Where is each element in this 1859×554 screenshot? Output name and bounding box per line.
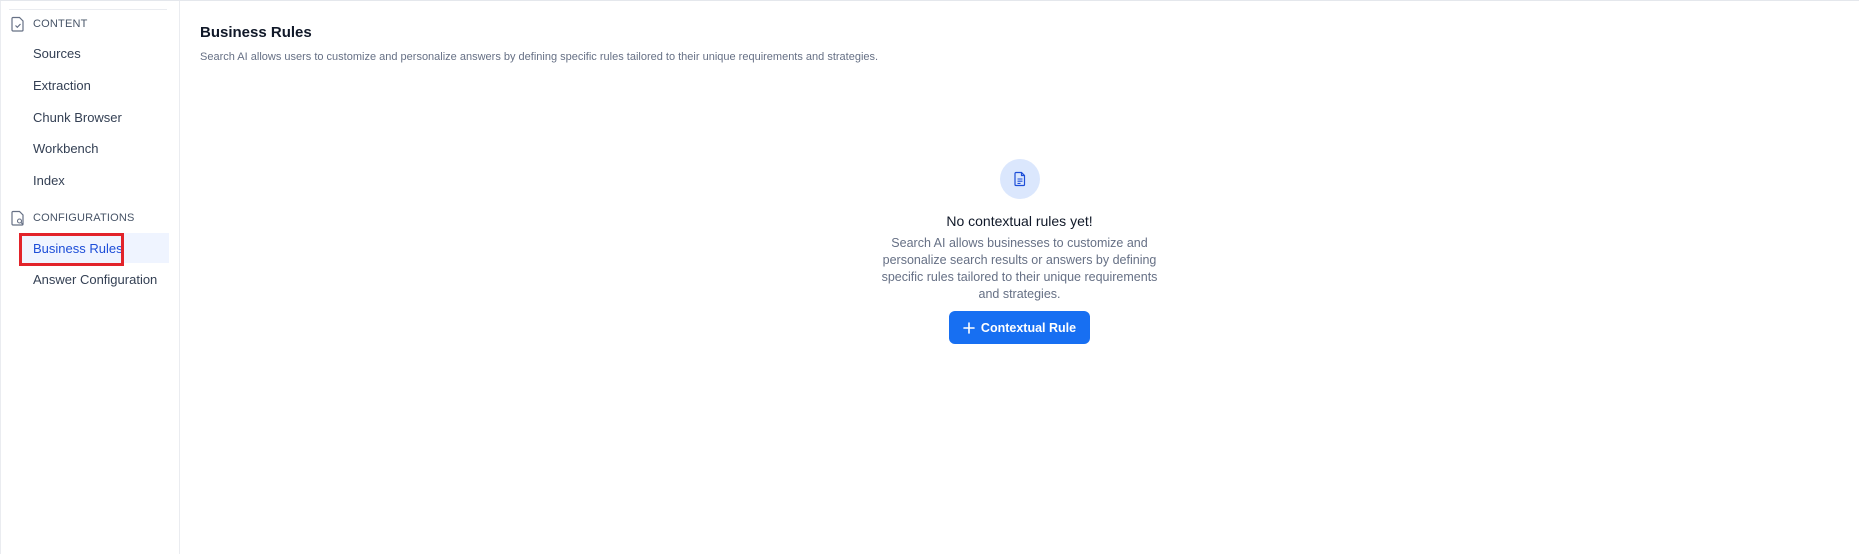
document-icon [999, 159, 1040, 199]
empty-state-description: Search AI allows businesses to customize… [881, 236, 1158, 301]
sidebar: CONTENT Sources Extraction Chunk Browser… [0, 1, 180, 554]
sidebar-item-extraction[interactable]: Extraction [19, 70, 169, 100]
document-search-icon [11, 210, 25, 226]
app-window: CONTENT Sources Extraction Chunk Browser… [0, 0, 1859, 554]
section-title-configurations: CONFIGURATIONS [33, 212, 135, 224]
sidebar-item-workbench[interactable]: Workbench [19, 133, 169, 163]
plus-icon [963, 321, 975, 334]
sidebar-item-chunk-browser[interactable]: Chunk Browser [19, 102, 169, 132]
sidebar-item-sources[interactable]: Sources [19, 38, 169, 68]
main-content: Business Rules Search AI allows users to… [180, 1, 1859, 554]
sidebar-item-index[interactable]: Index [19, 165, 169, 195]
section-header-configurations: CONFIGURATIONS [11, 209, 135, 227]
selection-highlight [19, 233, 124, 266]
section-header-content: CONTENT [11, 15, 88, 33]
section-title-content: CONTENT [33, 18, 88, 30]
add-contextual-rule-label: Contextual Rule [980, 320, 1077, 335]
document-check-icon [11, 16, 25, 32]
page-subtitle: Search AI allows users to customize and … [200, 51, 879, 63]
sidebar-divider [9, 9, 167, 10]
sidebar-item-answer-configuration[interactable]: Answer Configuration [19, 264, 169, 294]
empty-state: No contextual rules yet! Search AI allow… [180, 159, 1859, 344]
page-title: Business Rules [200, 24, 312, 41]
add-contextual-rule-button[interactable]: Contextual Rule [948, 311, 1091, 344]
empty-state-title: No contextual rules yet! [946, 213, 1093, 229]
